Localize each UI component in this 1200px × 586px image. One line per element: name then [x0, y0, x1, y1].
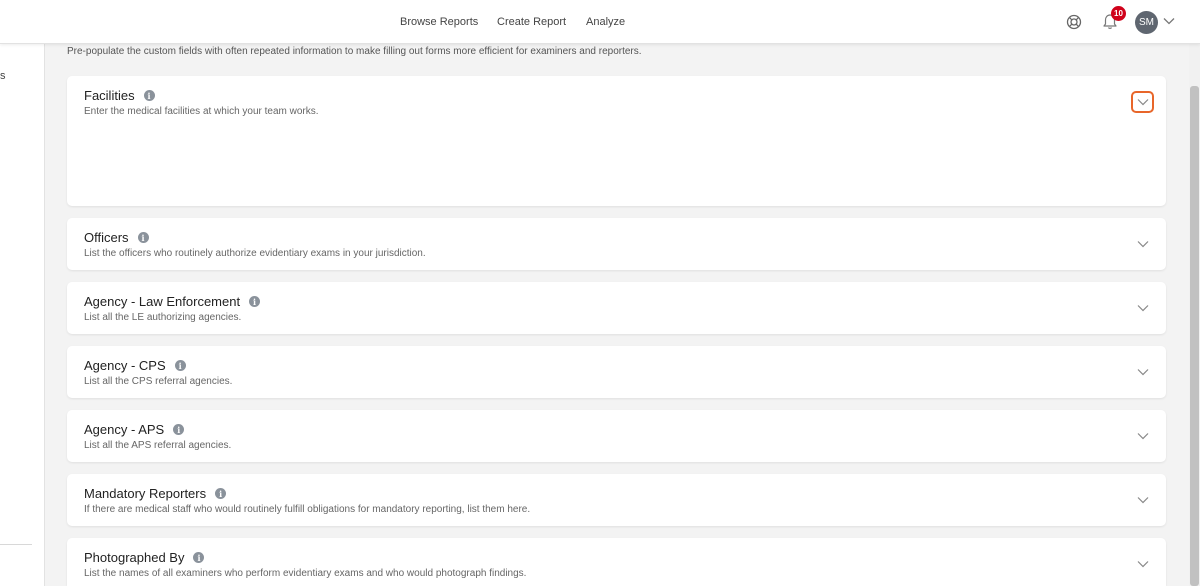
section-card-facilities: Facilities i Enter the medical facilitie… [67, 76, 1166, 206]
chevron-down-icon [1137, 99, 1148, 106]
section-card-agency-law-enforcement[interactable]: Agency - Law Enforcement i List all the … [67, 282, 1166, 334]
section-title: Agency - Law Enforcement i [84, 294, 261, 309]
user-avatar[interactable]: SM [1135, 11, 1158, 34]
sidebar-item-label[interactable]: s [0, 70, 6, 82]
info-icon[interactable]: i [215, 488, 227, 499]
page-description: Pre-populate the custom fields with ofte… [67, 46, 642, 57]
nav-browse-reports[interactable]: Browse Reports [400, 0, 478, 44]
section-description: List all the LE authorizing agencies. [84, 312, 242, 323]
chevron-down-icon[interactable] [1163, 16, 1175, 26]
notification-count-badge: 10 [1111, 6, 1126, 21]
nav-create-report[interactable]: Create Report [497, 0, 566, 44]
section-title: Mandatory Reporters i [84, 486, 227, 501]
section-description: List the officers who routinely authoriz… [84, 248, 426, 259]
section-title: Photographed By i [84, 550, 205, 565]
chevron-down-icon [1137, 241, 1149, 248]
expand-toggle-button[interactable] [1134, 302, 1152, 314]
expand-toggle-button[interactable] [1131, 91, 1154, 113]
info-icon[interactable]: i [137, 232, 149, 243]
info-icon[interactable]: i [174, 360, 186, 371]
expand-toggle-button[interactable] [1134, 366, 1152, 378]
sidebar-divider [0, 544, 32, 545]
chevron-down-icon [1137, 305, 1149, 312]
chevron-down-icon [1137, 433, 1149, 440]
info-icon[interactable]: i [249, 296, 261, 307]
chevron-down-icon [1137, 369, 1149, 376]
section-title: Agency - APS i [84, 422, 185, 437]
section-card-agency-cps[interactable]: Agency - CPS i List all the CPS referral… [67, 346, 1166, 398]
chevron-down-icon [1137, 497, 1149, 504]
section-card-photographed-by[interactable]: Photographed By i List the names of all … [67, 538, 1166, 586]
scrollbar-thumb[interactable] [1190, 86, 1199, 586]
section-title: Facilities i [84, 88, 155, 103]
section-description: List all the CPS referral agencies. [84, 376, 233, 387]
section-title: Agency - CPS i [84, 358, 186, 373]
nav-analyze[interactable]: Analyze [586, 0, 625, 44]
chevron-down-icon [1137, 561, 1149, 568]
section-description: List all the APS referral agencies. [84, 440, 232, 451]
section-title: Officers i [84, 230, 149, 245]
expand-toggle-button[interactable] [1134, 494, 1152, 506]
sidebar: s [0, 44, 45, 586]
top-navigation-bar: Browse Reports Create Report Analyze 10 … [0, 0, 1200, 44]
section-description: If there are medical staff who would rou… [84, 504, 531, 515]
info-icon[interactable]: i [193, 552, 205, 563]
section-card-officers[interactable]: Officers i List the officers who routine… [67, 218, 1166, 270]
help-lifebuoy-icon[interactable] [1066, 14, 1082, 30]
section-card-agency-aps[interactable]: Agency - APS i List all the APS referral… [67, 410, 1166, 462]
info-icon[interactable]: i [173, 424, 185, 435]
expand-toggle-button[interactable] [1134, 238, 1152, 250]
expand-toggle-button[interactable] [1134, 558, 1152, 570]
info-icon[interactable]: i [143, 90, 155, 101]
expand-toggle-button[interactable] [1134, 430, 1152, 442]
section-card-mandatory-reporters[interactable]: Mandatory Reporters i If there are medic… [67, 474, 1166, 526]
section-description: Enter the medical facilities at which yo… [84, 106, 319, 117]
section-description: List the names of all examiners who perf… [84, 568, 527, 579]
